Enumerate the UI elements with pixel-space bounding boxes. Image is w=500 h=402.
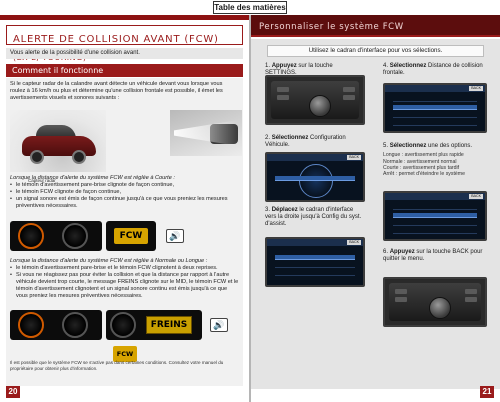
collision-distance-screen: BACK <box>383 83 487 133</box>
step-5: 5. Sélectionnez une des options. Longue … <box>383 143 489 178</box>
step-4: 4. Sélectionnez Distance de collision fr… <box>383 63 483 77</box>
short-setting-block: Lorsque la distance d'alerte du système … <box>10 175 239 210</box>
list-item: le témoin d'avertissement pare-brise cli… <box>10 182 239 189</box>
windshield-warning-image <box>170 110 242 156</box>
left-title-box: ALERTE DE COLLISION AVANT (FCW) (EX-L, T… <box>6 25 243 62</box>
list-item: un signal sonore est émis de façon conti… <box>10 196 239 210</box>
options-list: Longue : avertissement plus rapide Norma… <box>383 152 489 178</box>
intro-text: Utilisez le cadran d'interface pour vos … <box>267 45 484 57</box>
short-setting-intro: Lorsque la distance d'alerte du système … <box>10 175 175 181</box>
step-6: 6. Appuyez sur la touche BACK pour quitt… <box>383 249 483 263</box>
page-number: 21 <box>480 386 494 398</box>
vehicle-settings-screen: BACK <box>265 152 365 202</box>
table-of-contents-button[interactable]: Table des matières <box>213 1 287 14</box>
section-heading-how: Comment il fonctionne <box>6 64 243 77</box>
normal-setting-block: Lorsque la distance d'alerte du système … <box>10 258 239 300</box>
step-3: 3. Déplacez le cadran d'interface vers l… <box>265 207 362 228</box>
left-page: ALERTE DE COLLISION AVANT (FCW) (EX-L, T… <box>0 15 249 402</box>
normal-setting-intro: Lorsque la distance d'alerte du système … <box>10 258 208 264</box>
manual-spread: ALERTE DE COLLISION AVANT (FCW) (EX-L, T… <box>0 15 500 402</box>
list-item: le témoin d'avertissement pare-brise et … <box>10 265 239 272</box>
footnote: Il est possible que le système FCW se s'… <box>10 360 224 371</box>
page-number: 20 <box>6 386 20 398</box>
customize-panel: Utilisez le cadran d'interface pour vos … <box>251 39 500 389</box>
mid-display-image: FREINS <box>106 310 202 340</box>
top-rule <box>0 15 249 20</box>
brake-message: FREINS <box>146 316 192 334</box>
distance-options-screen: BACK <box>383 191 487 241</box>
settings-button-image <box>265 75 365 125</box>
step-2: 2. Sélectionnez Configuration Véhicule. <box>265 135 346 149</box>
back-button-image <box>383 277 487 327</box>
car-radar-image: Capteur radar <box>10 110 106 183</box>
list-item: Arrêt : permet d'éteindre le système <box>383 171 466 178</box>
right-header: Personnaliser le système FCW <box>251 15 500 37</box>
speaker-icon: 🔊 <box>210 318 228 332</box>
how-text: Si le capteur radar de la calandre avant… <box>10 81 223 101</box>
list-item: le témoin FCW clignote de façon continue… <box>10 189 239 196</box>
list-item: Si vous ne réagissez pas pour éviter la … <box>10 272 239 300</box>
instrument-cluster-image <box>10 310 102 340</box>
page-title: Personnaliser le système FCW <box>259 22 404 32</box>
instrument-cluster-image <box>10 221 102 251</box>
fcw-indicator-panel: FCW <box>106 221 156 251</box>
how-it-works-panel: Si le capteur radar de la calandre avant… <box>6 78 243 386</box>
speaker-icon: 🔊 <box>166 229 184 243</box>
assist-system-screen: BACK <box>265 237 365 287</box>
right-page: Personnaliser le système FCW Utilisez le… <box>251 15 500 402</box>
fcw-indicator: FCW <box>114 228 148 244</box>
intro-text: Vous alerte de la possibilité d'une coll… <box>6 48 243 59</box>
page-title-main: ALERTE DE COLLISION AVANT (FCW) <box>13 34 219 45</box>
